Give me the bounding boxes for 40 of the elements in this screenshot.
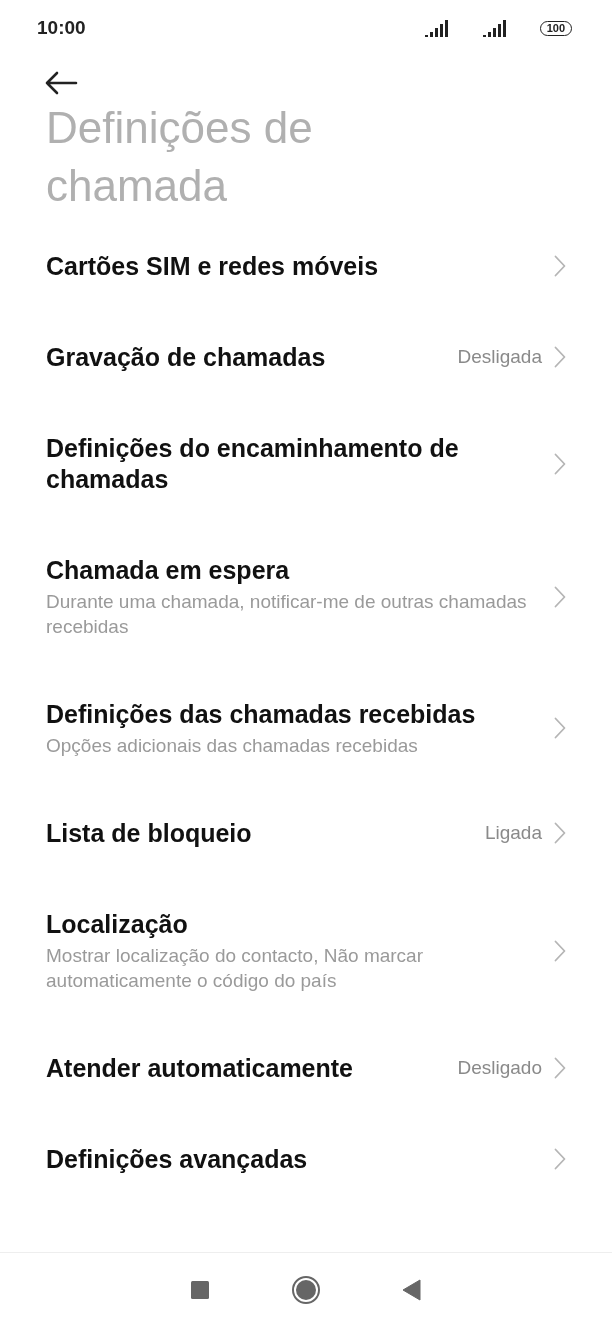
home-icon[interactable] [291,1274,321,1305]
settings-item[interactable]: Cartões SIM e redes móveis [0,220,612,312]
item-label: Lista de bloqueio [46,817,253,849]
settings-item[interactable]: Definições avançadas [0,1113,612,1205]
signal-icon [481,19,506,37]
chevron-icon [554,1148,566,1171]
item-label: Atender automaticamente [46,1052,355,1084]
item-label: Gravação de chamadas [46,341,327,373]
item-label: Chamada em espera [46,554,291,586]
back-icon[interactable] [44,70,78,95]
item-description: Opções adicionais das chamadas recebidas [46,733,419,758]
chevron-icon [554,822,566,845]
item-label: Localização [46,908,189,940]
chevron-icon [554,585,566,608]
settings-item[interactable]: Lista de bloqueio Ligada [0,787,612,879]
chevron-icon [554,255,566,278]
item-label: Definições avançadas [46,1143,309,1175]
item-description: Mostrar localização do contacto, Não marcar automaticamente o código do país [46,943,424,993]
page-title: Definições de chamada [45,101,314,212]
item-value: Desligada [457,345,542,369]
item-description: Durante uma chamada, notificar-me de outras chamadas recebidas [46,589,528,639]
item-label: Cartões SIM e redes móveis [46,250,380,282]
settings-item[interactable]: Definições das chamadas recebidas Opções adicionais das chamadas recebidas [0,668,612,788]
item-value: Desligado [457,1056,542,1080]
chevron-icon [554,346,566,369]
recents-icon[interactable] [190,1279,211,1300]
item-label: Definições das chamadas recebidas [46,698,477,730]
settings-item[interactable]: Localização Mostrar localização do contacto, Não marcar automaticamente o código do país [0,878,612,1023]
settings-item[interactable]: Chamada em espera Durante uma chamada, notificar-me de outras chamadas recebidas [0,524,612,669]
chevron-icon [554,939,566,962]
status-time: 10:00 [37,15,86,40]
chevron-icon [554,1057,566,1080]
item-label: Definições do encaminhamento de chamadas [46,432,460,495]
signal-icon [423,19,448,37]
chevron-icon [554,717,566,740]
settings-item[interactable]: Atender automaticamente Desligado [0,1022,612,1114]
settings-item[interactable]: Definições do encaminhamento de chamadas [0,402,612,525]
chevron-icon [554,452,566,475]
item-value: Ligada [484,821,542,845]
settings-item[interactable]: Gravação de chamadas Desligada [0,311,612,403]
